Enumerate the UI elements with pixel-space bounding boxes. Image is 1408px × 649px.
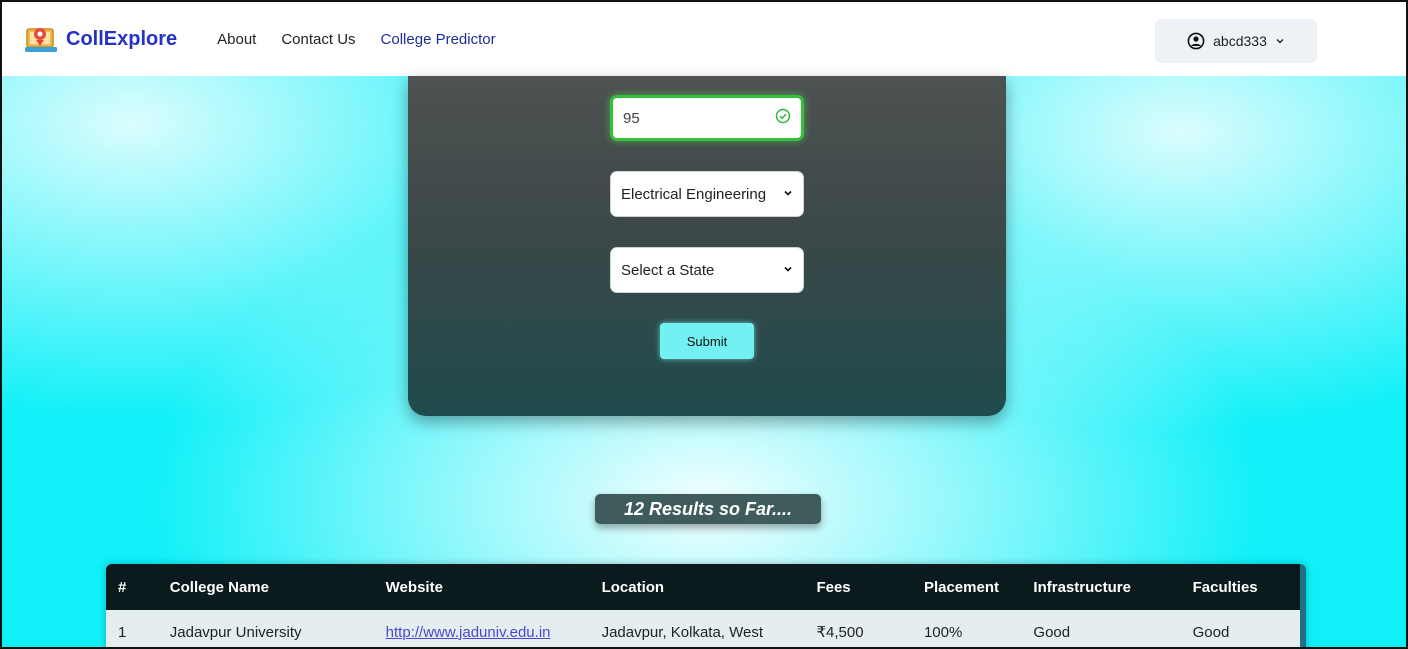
table-header-cell: Infrastructure: [1033, 578, 1131, 596]
table-header-cell: Website: [385, 578, 443, 596]
results-count-badge: 12 Results so Far....: [595, 494, 821, 524]
branch-select-value: Electrical Engineering: [621, 185, 767, 203]
chevron-down-icon: [783, 264, 793, 277]
navbar: CollExplore About Contact Us College Pre…: [2, 2, 1406, 76]
page-frame: CollExplore About Contact Us College Pre…: [0, 0, 1408, 649]
nav-college-predictor-link[interactable]: College Predictor: [381, 31, 496, 48]
results-table: # College Name Website Location Fees Pla…: [106, 564, 1306, 647]
table-cell: ₹4,500: [816, 624, 864, 641]
brand-name: CollExplore: [66, 27, 178, 50]
score-input-value: 95: [623, 109, 640, 127]
nav-contact-link[interactable]: Contact Us: [281, 31, 355, 48]
table-row: 1 Jadavpur University http://www.jaduniv…: [106, 610, 1300, 647]
predictor-form-card: 95 Electrical Engineering Select a State: [408, 76, 1006, 416]
submit-button[interactable]: Submit: [660, 323, 754, 359]
table-header-cell: Placement: [923, 578, 999, 596]
table-cell: 100%: [923, 623, 963, 641]
table-header-cell: Location: [601, 578, 665, 596]
table-header-cell: #: [118, 578, 127, 596]
branch-select[interactable]: Electrical Engineering: [610, 171, 804, 217]
table-cell: 1: [118, 623, 127, 641]
table-cell: Good: [1033, 623, 1071, 641]
state-select[interactable]: Select a State: [610, 247, 804, 293]
check-circle-icon: [775, 108, 791, 128]
table-cell: Jadavpur, Kolkata, West: [601, 623, 764, 641]
table-header-cell: Fees: [816, 578, 851, 596]
score-input[interactable]: 95: [610, 95, 804, 141]
logo-icon: [24, 22, 58, 56]
chevron-down-icon: [1275, 36, 1285, 46]
username-label: abcd333: [1213, 33, 1267, 49]
table-cell: Good: [1192, 623, 1230, 641]
table-cell: Jadavpur University: [169, 623, 302, 641]
brand[interactable]: CollExplore: [24, 22, 217, 56]
user-circle-icon: [1187, 32, 1205, 50]
chevron-down-icon: [783, 188, 793, 201]
table-header-cell: College Name: [169, 578, 269, 596]
user-menu-button[interactable]: abcd333: [1155, 19, 1317, 63]
state-select-value: Select a State: [621, 261, 715, 279]
nav-about-link[interactable]: About: [217, 31, 256, 48]
college-website-link[interactable]: http://www.jaduniv.edu.in: [386, 624, 551, 641]
table-cell: http://www.jaduniv.edu.in: [374, 624, 590, 641]
table-header-row: # College Name Website Location Fees Pla…: [106, 564, 1300, 610]
table-header-cell: Faculties: [1192, 578, 1258, 596]
